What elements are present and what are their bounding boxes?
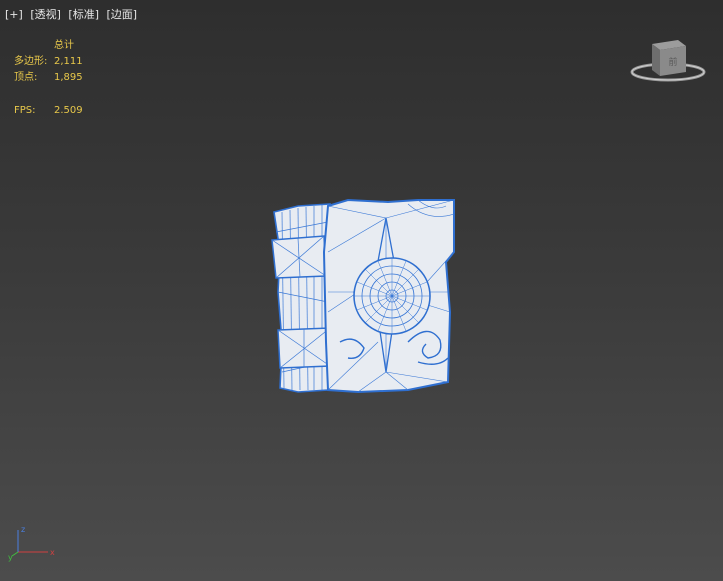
stats-fps-value: 2.509: [54, 105, 83, 116]
stats-total-header: 总计: [54, 40, 74, 51]
stats-overlay: 总计 多边形: 2,111 顶点: 1,895 FPS: 2.509: [14, 38, 83, 119]
stats-polygons-label: 多边形:: [14, 56, 48, 67]
axis-x-label: x: [50, 548, 55, 557]
stats-fps-label: FPS:: [14, 105, 36, 116]
stats-polygons-value: 2,111: [54, 56, 83, 67]
stats-vertices-row: 顶点: 1,895: [14, 70, 83, 86]
axis-y-line: [11, 551, 19, 557]
viewport-menu-plus[interactable]: [+]: [5, 8, 23, 21]
axis-y-label: y: [8, 553, 13, 562]
stats-vertices-value: 1,895: [54, 72, 83, 83]
viewport-menu-perspective[interactable]: [透视]: [30, 8, 61, 21]
wireframe-book-model[interactable]: [268, 192, 464, 398]
stats-fps-row: FPS: 2.509: [14, 103, 83, 119]
cover-orb-emblem: [353, 257, 431, 335]
stats-polygons-row: 多边形: 2,111: [14, 54, 83, 70]
viewport-menu-shading[interactable]: [边面]: [107, 8, 138, 21]
axis-z-label: z: [21, 525, 25, 534]
stats-vertices-label: 顶点:: [14, 72, 38, 83]
viewcube-navigator[interactable]: 前: [630, 36, 706, 86]
axis-tripod: x z y: [8, 525, 55, 562]
viewport-label-bar: [+] [透视] [标准] [边面]: [5, 6, 141, 22]
viewport-menu-standard[interactable]: [标准]: [68, 8, 99, 21]
viewcube-front-label: 前: [668, 56, 677, 68]
